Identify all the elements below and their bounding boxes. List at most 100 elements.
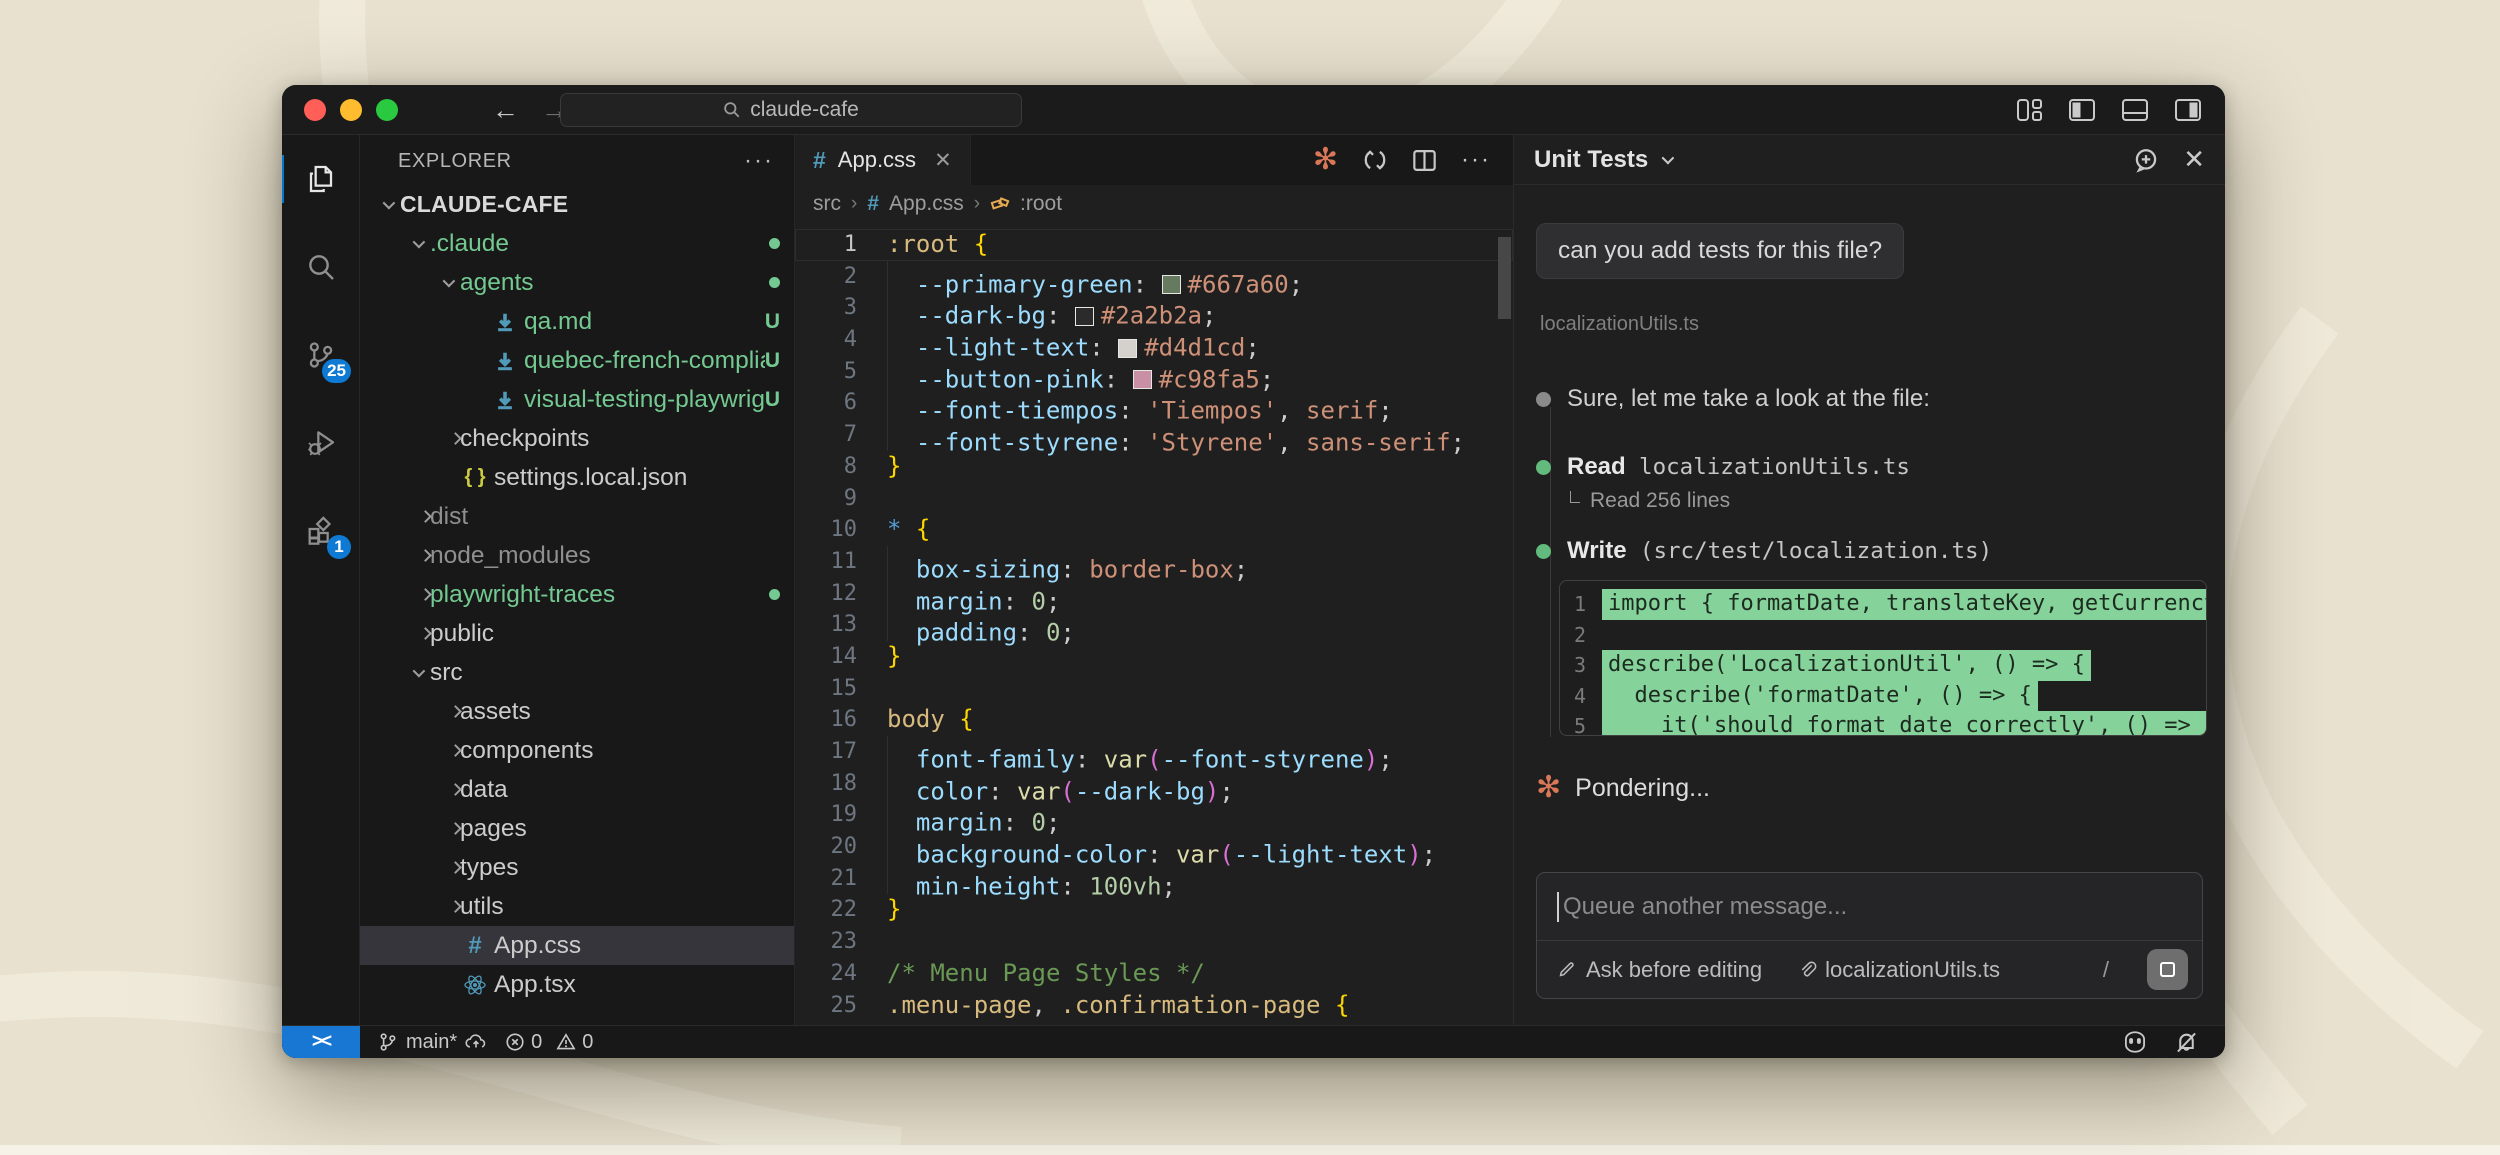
tab-appcss[interactable]: # App.css ✕: [795, 135, 971, 185]
tree-folder-data[interactable]: data: [360, 770, 794, 809]
code-line-4[interactable]: 4--light-text: #d4d1cd;: [795, 324, 1513, 356]
code-line-23[interactable]: 23: [795, 926, 1513, 958]
code-line-7[interactable]: 7--font-styrene: 'Styrene', sans-serif;: [795, 419, 1513, 451]
activity-explorer-icon[interactable]: [282, 135, 359, 223]
customize-layout-icon[interactable]: [2017, 99, 2042, 121]
breadcrumb-item[interactable]: App.css: [889, 192, 964, 216]
code-line-25[interactable]: 25.menu-page, .confirmation-page {: [795, 990, 1513, 1022]
code-line-3[interactable]: 3--dark-bg: #2a2b2a;: [795, 292, 1513, 324]
slash-command-hint[interactable]: /: [2103, 957, 2109, 983]
new-conversation-icon[interactable]: [2133, 147, 2159, 173]
chat-input-container[interactable]: Queue another message... Ask before edit…: [1536, 872, 2203, 999]
code-editor[interactable]: 1:root {2--primary-green: #667a60;3--dar…: [795, 223, 1513, 1025]
code-line-2[interactable]: 2--primary-green: #667a60;: [795, 261, 1513, 293]
remote-indicator[interactable]: ><: [282, 1026, 360, 1059]
tree-folder-assets[interactable]: assets: [360, 692, 794, 731]
git-branch-status[interactable]: main*: [378, 1031, 487, 1054]
tree-folder--claude[interactable]: .claude: [360, 224, 794, 263]
activity-run-debug-icon[interactable]: [282, 399, 359, 487]
json-file-icon: { }: [460, 466, 490, 489]
chat-code-line: 4 describe('formatDate', () => {: [1560, 681, 2206, 712]
problems-status[interactable]: 0 0: [505, 1031, 593, 1054]
claude-code-icon[interactable]: ✻: [1313, 145, 1338, 175]
code-line-9[interactable]: 9: [795, 483, 1513, 515]
breadcrumb-item[interactable]: src: [813, 192, 841, 216]
vscode-window: ← → claude-cafe 251 EXPLORER ··· CLAUDE-…: [282, 85, 2225, 1058]
tree-folder-playwright-traces[interactable]: playwright-traces: [360, 575, 794, 614]
tree-folder-pages[interactable]: pages: [360, 809, 794, 848]
chevron-down-icon[interactable]: [1662, 152, 1675, 165]
activity-extensions-icon[interactable]: 1: [282, 487, 359, 575]
generated-code-block[interactable]: 1import { formatDate, translateKey, getC…: [1559, 580, 2207, 736]
tree-file-app-css[interactable]: #App.css: [360, 926, 794, 965]
sync-cloud-icon[interactable]: [465, 1032, 487, 1052]
tree-file-qa-md[interactable]: qa.mdU: [360, 302, 794, 341]
code-line-10[interactable]: 10* {: [795, 514, 1513, 546]
explorer-more-actions-icon[interactable]: ···: [744, 147, 774, 175]
code-line-1[interactable]: 1:root {: [795, 229, 1513, 261]
toggle-primary-sidebar-icon[interactable]: [2069, 99, 2095, 121]
write-step[interactable]: Write (src/test/localization.ts): [1536, 537, 1992, 565]
code-line-15[interactable]: 15: [795, 673, 1513, 705]
breadcrumbs[interactable]: src›#App.css›:root: [795, 185, 1513, 223]
tree-folder-claude-cafe[interactable]: CLAUDE-CAFE: [360, 185, 794, 224]
code-line-17[interactable]: 17font-family: var(--font-styrene);: [795, 736, 1513, 768]
close-window-button[interactable]: [304, 99, 326, 121]
pondering-status: ✻ Pondering...: [1536, 773, 1710, 803]
tree-file-settings-local-json[interactable]: { }settings.local.json: [360, 458, 794, 497]
open-changes-icon[interactable]: [1362, 147, 1388, 173]
activity-search-icon[interactable]: [282, 223, 359, 311]
tree-folder-checkpoints[interactable]: checkpoints: [360, 419, 794, 458]
minimize-window-button[interactable]: [340, 99, 362, 121]
edit-mode-selector[interactable]: Ask before editing: [1586, 957, 1762, 983]
breadcrumb-item[interactable]: :root: [1020, 192, 1062, 216]
line-number: 18: [795, 768, 857, 800]
tree-file-app-tsx[interactable]: App.tsx: [360, 965, 794, 1004]
copilot-icon[interactable]: [2122, 1030, 2148, 1054]
tree-file-visual-testing-playwright-[interactable]: visual-testing-playwright...U: [360, 380, 794, 419]
claude-chat-panel: Unit Tests ✕ can you add tests for this …: [1513, 135, 2225, 1025]
command-center-search[interactable]: claude-cafe: [560, 93, 1022, 127]
css-file-icon: #: [867, 192, 879, 216]
close-tab-icon[interactable]: ✕: [934, 148, 952, 173]
back-arrow-icon[interactable]: ←: [492, 95, 519, 126]
tree-folder-components[interactable]: components: [360, 731, 794, 770]
read-step[interactable]: Read localizationUtils.ts: [1536, 453, 1910, 481]
code-line-6[interactable]: 6--font-tiempos: 'Tiempos', serif;: [795, 387, 1513, 419]
code-line-18[interactable]: 18color: var(--dark-bg);: [795, 768, 1513, 800]
line-number: 7: [795, 419, 857, 451]
code-line-11[interactable]: 11box-sizing: border-box;: [795, 546, 1513, 578]
editor-more-actions-icon[interactable]: ···: [1461, 146, 1491, 174]
zoom-window-button[interactable]: [376, 99, 398, 121]
tree-folder-public[interactable]: public: [360, 614, 794, 653]
stop-button[interactable]: [2147, 949, 2188, 990]
activity-source-control-icon[interactable]: 25: [282, 311, 359, 399]
close-panel-icon[interactable]: ✕: [2183, 144, 2205, 175]
attachment-label[interactable]: localizationUtils.ts: [1825, 957, 2000, 983]
activity-badge: 1: [327, 535, 351, 559]
toggle-secondary-sidebar-icon[interactable]: [2175, 99, 2201, 121]
tree-folder-agents[interactable]: agents: [360, 263, 794, 302]
notifications-muted-icon[interactable]: [2174, 1030, 2199, 1055]
tree-item-label: node_modules: [430, 542, 591, 570]
code-line-20[interactable]: 20background-color: var(--light-text);: [795, 831, 1513, 863]
tree-folder-dist[interactable]: dist: [360, 497, 794, 536]
tree-folder-node-modules[interactable]: node_modules: [360, 536, 794, 575]
tree-folder-types[interactable]: types: [360, 848, 794, 887]
code-line-13[interactable]: 13padding: 0;: [795, 609, 1513, 641]
code-line-14[interactable]: 14}: [795, 641, 1513, 673]
code-line-16[interactable]: 16body {: [795, 704, 1513, 736]
code-line-5[interactable]: 5--button-pink: #c98fa5;: [795, 356, 1513, 388]
context-file-label: localizationUtils.ts: [1540, 313, 1699, 336]
code-line-24[interactable]: 24/* Menu Page Styles */: [795, 958, 1513, 990]
editor-scrollbar[interactable]: [1498, 237, 1511, 319]
toggle-panel-icon[interactable]: [2122, 99, 2148, 121]
tree-folder-src[interactable]: src: [360, 653, 794, 692]
tree-file-quebec-french-complian-[interactable]: quebec-french-complian...U: [360, 341, 794, 380]
file-tree: CLAUDE-CAFE.claudeagentsqa.mdUquebec-fre…: [360, 185, 794, 1004]
chat-title-text: Unit Tests: [1534, 146, 1648, 174]
read-detail: Read 256 lines: [1570, 489, 1730, 513]
split-editor-icon[interactable]: [1412, 148, 1437, 173]
message-input[interactable]: Queue another message...: [1537, 873, 2202, 941]
tree-folder-utils[interactable]: utils: [360, 887, 794, 926]
